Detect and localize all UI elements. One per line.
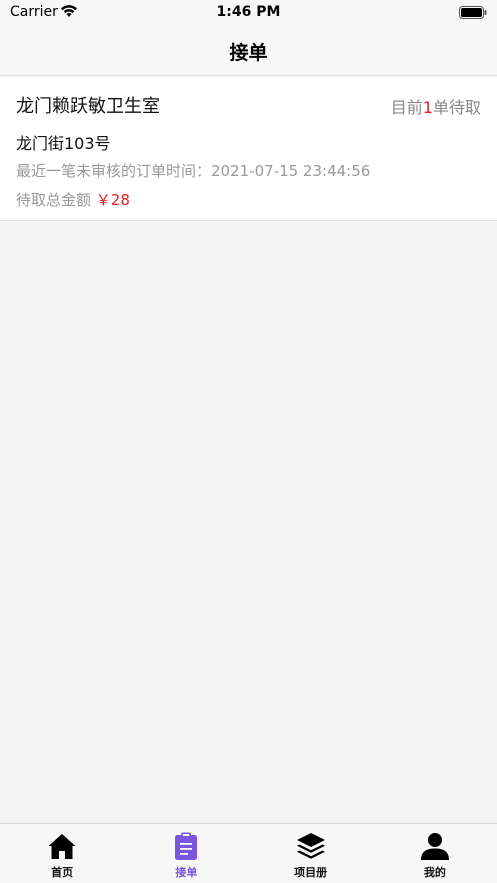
tab-label: 我的 — [423, 866, 446, 879]
tab-catalog[interactable]: 项目册 — [249, 824, 373, 883]
last-order-time: 最近一笔未审核的订单时间：2021-07-15 23:44:56 — [16, 160, 370, 181]
last-order-label: 最近一笔未审核的订单时间： — [16, 162, 212, 180]
last-order-value: 2021-07-15 23:44:56 — [211, 162, 371, 180]
status-bar: Carrier 1:46 PM — [0, 0, 497, 26]
pending-prefix: 目前 — [390, 98, 423, 117]
total-amount: 待取总金额 ￥28 — [16, 189, 130, 210]
clinic-address: 龙门街103号 — [16, 134, 111, 153]
home-icon — [48, 834, 76, 859]
tab-profile[interactable]: 我的 — [373, 824, 497, 883]
tab-orders[interactable]: 接单 — [124, 824, 248, 883]
clipboard-icon — [175, 832, 198, 860]
pickup-card[interactable]: 龙门赖跃敏卫生室 目前1单待取 龙门街103号 最近一笔未审核的订单时间：202… — [0, 77, 497, 221]
tab-label: 首页 — [51, 866, 74, 879]
page-title: 接单 — [229, 42, 268, 64]
battery-icon — [459, 6, 487, 19]
layers-icon — [296, 833, 325, 859]
pending-count: 1 — [422, 98, 433, 117]
total-value: ￥28 — [95, 191, 130, 209]
pending-status: 目前1单待取 — [391, 94, 481, 118]
tab-label: 项目册 — [294, 866, 328, 879]
tab-home[interactable]: 首页 — [0, 824, 124, 883]
person-icon — [420, 833, 449, 860]
tab-bar: 首页 接单 项目册 我的 — [0, 823, 497, 883]
navigation-bar: 接单 — [0, 26, 497, 76]
pending-suffix: 单待取 — [432, 98, 481, 117]
clock-time: 1:46 PM — [216, 4, 281, 20]
clinic-name: 龙门赖跃敏卫生室 — [16, 96, 160, 117]
total-label: 待取总金额 — [16, 191, 92, 209]
tab-label: 接单 — [175, 866, 198, 879]
